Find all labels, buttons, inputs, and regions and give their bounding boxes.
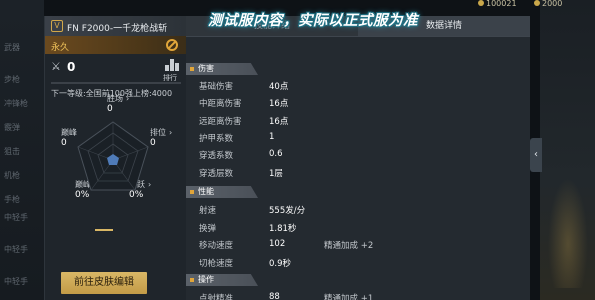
detail-panel: 技能介绍 数据详情 伤害 基础伤害 40点 中距离伤害 16点 远距离伤害 16… xyxy=(186,16,530,300)
attr-label: 穿透层数 xyxy=(199,169,234,179)
attr-value: 16点 xyxy=(269,99,289,109)
mastery-bonus: 精通加成 +2 xyxy=(324,241,374,251)
attr-label: 点射精准 xyxy=(199,294,234,300)
attr-value: 16点 xyxy=(269,117,289,127)
category-item: 狙击 xyxy=(4,147,20,156)
category-item: 机枪 xyxy=(4,171,20,180)
duration-row: 永久 xyxy=(45,36,187,54)
mastery-progress xyxy=(51,82,181,84)
attr-label: 换弹 xyxy=(199,224,217,234)
last-week-rank: 上榜:4000 xyxy=(133,89,173,98)
category-item: 中轻手 xyxy=(4,245,28,254)
attr-value: 1层 xyxy=(269,169,283,179)
attr-value: 0.9秒 xyxy=(269,259,292,269)
mastery-icon: ⚔ xyxy=(51,60,61,73)
test-server-banner: 测试服内容，实际以正式服为准 xyxy=(208,13,418,29)
attr-label: 远距离伤害 xyxy=(199,117,242,127)
chevron-right-icon: › xyxy=(169,128,173,137)
section-operation: 操作 xyxy=(186,274,258,286)
currency-b: 2000 xyxy=(534,0,562,8)
attr-value: 1.81秒 xyxy=(269,224,297,234)
category-item: 中轻手 xyxy=(4,213,28,222)
ban-icon[interactable] xyxy=(166,39,178,51)
weapon-preview-glow xyxy=(548,178,588,288)
category-item: 武器 xyxy=(4,43,20,52)
category-item: 冲锋枪 xyxy=(4,99,28,108)
rank-icon[interactable] xyxy=(165,59,179,71)
category-item: 霰弹 xyxy=(4,123,20,132)
chevron-left-icon[interactable]: ‹ xyxy=(530,138,542,172)
attr-label: 中距离伤害 xyxy=(199,99,242,109)
tab-divider xyxy=(186,36,530,37)
coin-icon xyxy=(534,0,540,6)
attr-value: 555发/分 xyxy=(269,206,306,216)
section-performance: 性能 xyxy=(186,186,258,198)
attr-value: 0.6 xyxy=(269,149,283,159)
mastery-value: 0 xyxy=(67,60,76,74)
attr-value: 1 xyxy=(269,132,275,142)
attr-value: 88 xyxy=(269,292,280,300)
attr-label: 基础伤害 xyxy=(199,82,234,92)
attr-label: 穿透系数 xyxy=(199,151,234,161)
weapon-name: FN F2000-一千龙枪战斩 xyxy=(67,24,168,34)
category-item: 步枪 xyxy=(4,75,20,84)
category-item: 手枪 xyxy=(4,195,20,204)
attr-value: 102 xyxy=(269,239,286,249)
attr-label: 护甲系数 xyxy=(199,134,234,144)
section-damage: 伤害 xyxy=(186,63,258,75)
stat-wins[interactable]: 胜场 › 0 xyxy=(107,94,129,114)
weapon-grade-badge: V xyxy=(51,20,63,32)
duration-label: 永久 xyxy=(51,43,70,53)
mastery-bonus: 精通加成 +1 xyxy=(324,294,374,300)
chevron-right-icon: › xyxy=(126,94,130,103)
attr-label: 射速 xyxy=(199,206,217,216)
weapon-header: V FN F2000-一千龙枪战斩 xyxy=(45,16,187,36)
coin-icon xyxy=(478,0,484,6)
attr-label: 移动速度 xyxy=(199,241,234,251)
page-indicator xyxy=(95,229,113,231)
attr-label: 切枪速度 xyxy=(199,259,234,269)
attr-value: 40点 xyxy=(269,82,289,92)
currency-a: 100021 xyxy=(478,0,517,8)
background-category-list: 武器 步枪 冲锋枪 霰弹 狙击 机枪 手枪 中轻手 中轻手 中轻手 xyxy=(0,0,44,300)
category-item: 中轻手 xyxy=(4,277,28,286)
radar-chart xyxy=(77,121,149,191)
skin-edit-button[interactable]: 前往皮肤编辑 xyxy=(61,272,147,294)
